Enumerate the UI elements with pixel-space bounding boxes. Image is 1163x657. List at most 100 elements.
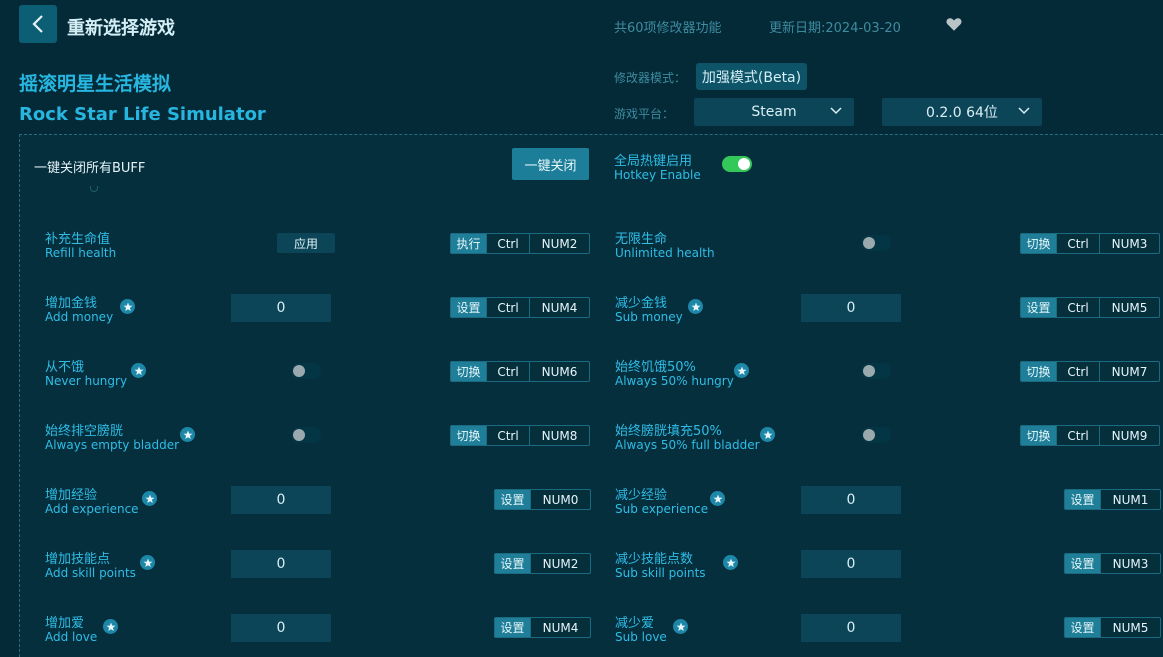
star-icon[interactable] xyxy=(140,555,155,570)
hotkey-action-button[interactable]: 切换 xyxy=(451,426,486,445)
heart-icon[interactable] xyxy=(945,15,963,33)
version-select[interactable]: 0.2.0 64位 xyxy=(882,98,1042,126)
cheat-item: 始终膀胱填充50% Always 50% full bladder 切换 Ctrl NU… xyxy=(615,420,1163,470)
hotkey-toggle[interactable] xyxy=(722,156,752,172)
cheat-item: 减少技能点数 Sub skill points 0 设置 NUM3 xyxy=(615,548,1163,598)
star-icon[interactable] xyxy=(723,555,738,570)
cheat-name-cn: 增加爱 xyxy=(45,616,85,631)
cheat-name-en: Never hungry xyxy=(45,374,128,388)
hotkey-key: NUM3 xyxy=(1099,234,1159,253)
cheat-item: 减少爱 Sub love 0 设置 NUM5 xyxy=(615,612,1163,657)
hotkey-action-button[interactable]: 设置 xyxy=(495,554,530,573)
cheat-name-en: Add money xyxy=(45,310,114,324)
cheat-name-cn: 增加技能点 xyxy=(45,552,111,567)
hotkey-action-button[interactable]: 设置 xyxy=(1065,618,1100,637)
star-icon[interactable] xyxy=(120,299,135,314)
hotkey-key: NUM7 xyxy=(1099,362,1159,381)
hotkey-group: 执行 Ctrl NUM2 xyxy=(450,233,590,254)
mode-badge[interactable]: 加强模式(Beta) xyxy=(696,63,807,90)
star-icon[interactable] xyxy=(760,427,775,442)
chevron-down-icon xyxy=(830,107,842,115)
back-button[interactable] xyxy=(19,5,57,43)
hotkey-group: 设置 NUM0 xyxy=(494,489,591,510)
cheat-name-en: Add skill points xyxy=(45,566,136,580)
hotkey-action-button[interactable]: 执行 xyxy=(451,234,486,253)
cheat-item: 始终饥饿50% Always 50% hungry 切换 Ctrl NUM7 xyxy=(615,356,1163,406)
hotkey-label-en: Hotkey Enable xyxy=(614,168,701,182)
game-title-en: Rock Star Life Simulator xyxy=(19,104,266,125)
hotkey-action-button[interactable]: 设置 xyxy=(1065,554,1100,573)
feature-toggle[interactable] xyxy=(861,427,891,443)
cheat-name-en: Sub skill points xyxy=(615,566,706,580)
game-title-cn: 摇滚明星生活模拟 xyxy=(19,73,172,95)
feature-toggle[interactable] xyxy=(291,427,321,443)
version-select-value: 0.2.0 64位 xyxy=(926,105,998,121)
platform-label: 游戏平台： xyxy=(614,107,675,121)
chevron-down-icon xyxy=(1018,107,1030,115)
hotkey-group: 设置 NUM1 xyxy=(1064,489,1161,510)
value-input[interactable]: 0 xyxy=(231,294,331,322)
hotkey-key: NUM9 xyxy=(1099,426,1159,445)
value-input[interactable]: 0 xyxy=(231,550,331,578)
hotkey-action-button[interactable]: 设置 xyxy=(451,298,486,317)
cheat-name-cn: 从不饿 xyxy=(45,360,85,375)
cheat-name-cn: 始终膀胱填充50% xyxy=(615,424,722,439)
apply-button[interactable]: 应用 xyxy=(277,233,335,253)
hotkey-key: Ctrl xyxy=(486,298,529,317)
cheat-name-cn: 减少爱 xyxy=(615,616,655,631)
cheat-name-en: Add love xyxy=(45,630,98,644)
cheat-name-cn: 补充生命值 xyxy=(45,232,111,247)
hotkey-action-button[interactable]: 切换 xyxy=(1021,426,1056,445)
feature-toggle[interactable] xyxy=(861,235,891,251)
value-input[interactable]: 0 xyxy=(801,550,901,578)
star-icon[interactable] xyxy=(180,427,195,442)
hotkey-group: 切换 Ctrl NUM3 xyxy=(1020,233,1160,254)
star-icon[interactable] xyxy=(142,491,157,506)
cheat-name-en: Sub experience xyxy=(615,502,709,516)
value-input[interactable]: 0 xyxy=(231,614,331,642)
feature-toggle[interactable] xyxy=(291,363,321,379)
hotkey-action-button[interactable]: 切换 xyxy=(451,362,486,381)
star-icon[interactable] xyxy=(131,363,146,378)
star-icon[interactable] xyxy=(710,491,725,506)
value-input[interactable]: 0 xyxy=(801,614,901,642)
hotkey-action-button[interactable]: 切换 xyxy=(1021,234,1056,253)
hotkey-action-button[interactable]: 设置 xyxy=(1065,490,1100,509)
feature-count: 共60项修改器功能 xyxy=(614,21,722,36)
hotkey-action-button[interactable]: 设置 xyxy=(495,490,530,509)
hotkey-action-button[interactable]: 设置 xyxy=(1021,298,1056,317)
value-input[interactable]: 0 xyxy=(231,486,331,514)
hotkey-key: Ctrl xyxy=(486,234,529,253)
cheat-item: 增加金钱 Add money 0 设置 Ctrl NUM4 xyxy=(45,292,605,342)
hotkey-group: 设置 NUM2 xyxy=(494,553,591,574)
page-title[interactable]: 重新选择游戏 xyxy=(67,14,175,40)
star-icon[interactable] xyxy=(103,619,118,634)
cheat-item: 增加技能点 Add skill points 0 设置 NUM2 xyxy=(45,548,605,598)
cheat-name-cn: 始终排空膀胱 xyxy=(45,424,124,439)
cheat-item: 减少金钱 Sub money 0 设置 Ctrl NUM5 xyxy=(615,292,1163,342)
hotkey-label-cn: 全局热键启用 xyxy=(614,154,693,169)
star-icon[interactable] xyxy=(673,619,688,634)
cheat-name-cn: 增加经验 xyxy=(45,488,98,503)
hotkey-group: 设置 Ctrl NUM4 xyxy=(450,297,590,318)
hotkey-group: 切换 Ctrl NUM7 xyxy=(1020,361,1160,382)
platform-select[interactable]: Steam xyxy=(694,98,854,126)
feature-toggle[interactable] xyxy=(861,363,891,379)
cheat-item: 补充生命值 Refill health 应用 执行 Ctrl NUM2 xyxy=(45,228,605,278)
hotkey-key: NUM4 xyxy=(530,618,590,637)
cheat-name-cn: 减少金钱 xyxy=(615,296,668,311)
value-input[interactable]: 0 xyxy=(801,486,901,514)
value-input[interactable]: 0 xyxy=(801,294,901,322)
hotkey-group: 设置 NUM4 xyxy=(494,617,591,638)
hotkey-action-button[interactable]: 切换 xyxy=(1021,362,1056,381)
hotkey-key: NUM1 xyxy=(1100,490,1160,509)
close-all-button[interactable]: 一键关闭 xyxy=(512,148,589,180)
star-icon[interactable] xyxy=(734,363,749,378)
hotkey-action-button[interactable]: 设置 xyxy=(495,618,530,637)
cheat-name-en: Always 50% hungry xyxy=(615,374,734,388)
cheat-item: 从不饿 Never hungry 切换 Ctrl NUM6 xyxy=(45,356,605,406)
hotkey-key: NUM3 xyxy=(1100,554,1160,573)
star-icon[interactable] xyxy=(688,299,703,314)
hotkey-key: Ctrl xyxy=(1056,362,1099,381)
mode-label: 修改器模式： xyxy=(614,71,687,85)
